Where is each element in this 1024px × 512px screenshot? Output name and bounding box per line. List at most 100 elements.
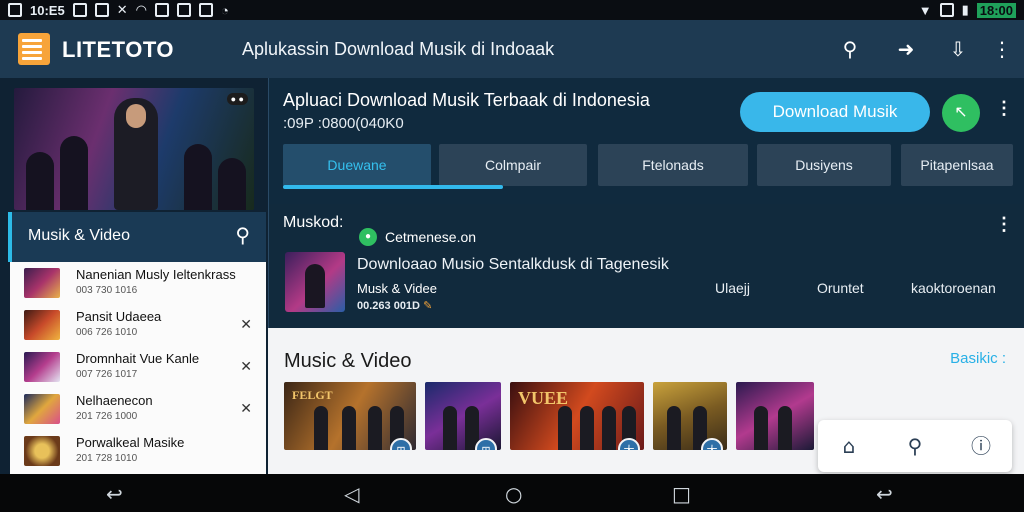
close-icon[interactable]: ✕ [240,358,252,375]
recents-icon[interactable]: □ [672,482,691,506]
tool-icon: ✕ [116,2,128,17]
tab-ftelonads[interactable]: Ftelonads [598,144,748,186]
return-icon[interactable]: ↩ [876,482,893,506]
sidebar: ● ● Musik & Video ⚲ Nanenian Musly Ielte… [0,78,268,474]
signal-icon [939,3,954,17]
tab-colmpair[interactable]: Colmpair [439,144,587,186]
list-item-title: Pansit Udaeea [76,309,162,324]
media-card[interactable]: VUEE 大 [510,382,644,450]
card-badge-icon: 大 [701,438,723,450]
list-item-sub: 007 726 1017 [76,369,138,380]
featured-thumbnail[interactable] [285,252,345,312]
app-header: LITETOTO Aplukassin Download Musik di In… [0,20,1024,78]
list-item[interactable]: Porwalkeal Masike 201 728 1010 [10,430,266,472]
system-nav-bar: ↩ ◁ ○ □ ↩ [0,474,1024,512]
more-icon[interactable]: ⋮ [990,37,1014,61]
tab-duewane[interactable]: Duewane [283,144,431,186]
section-link[interactable]: Basikic : [950,350,1006,367]
featured-title: Downloaao Musio Sentalkdusk di Tagenesik [357,256,669,273]
notification-icon [8,3,22,17]
channel-name: Cetmenese.on [385,229,477,245]
media-card[interactable]: ⊞ [425,382,501,450]
tab-dusiyens[interactable]: Dusiyens [757,144,891,186]
card-badge-icon: ⊞ [390,438,412,450]
card-badge-icon: ⊞ [475,438,497,450]
back-triangle-icon[interactable]: ◁ [344,482,359,506]
header-title: Aplukassin Download Musik di Indoaak [242,39,555,59]
app-icon [72,3,87,17]
featured-category: Musk & Videe [357,281,437,296]
list-item-sub: 003 730 1016 [76,285,138,296]
close-icon[interactable]: ✕ [240,316,252,333]
status-bar: 10:E5 ✕ ◠ ◔ ▼ ▮ 18:00 [0,0,1024,20]
channel[interactable]: ● Cetmenese.on [359,228,476,246]
thumbnail [24,436,60,466]
sidebar-tab-musik-video[interactable]: Musik & Video ⚲ [8,212,266,262]
info-icon[interactable]: ⓘ [968,433,994,459]
featured-col-3: kaoktoroenan [911,280,996,296]
featured-item[interactable]: Muskod: ● Cetmenese.on ⋮ Downloaao Musio… [268,204,1024,328]
search-icon[interactable]: ⚲ [902,433,928,459]
search-icon[interactable]: ⚲ [235,223,250,247]
status-time: 10:E5 [30,2,65,18]
thumbnail [24,310,60,340]
more-icon[interactable]: ⋮ [995,98,1013,119]
list-item[interactable]: Pansit Udaeea 006 726 1010 ✕ [10,304,266,346]
list-item-title: Dromnhait Vue Kanle [76,351,200,366]
home-icon[interactable]: ⌂ [836,433,862,459]
more-icon[interactable]: ⋮ [995,214,1013,235]
media-card[interactable]: 大 [653,382,727,450]
list-item[interactable]: Dromnhait Vue Kanle 007 726 1017 ✕ [10,346,266,388]
battery-icon: ▮ [961,2,969,17]
download-music-button[interactable]: Download Musik [740,92,930,132]
sync-icon: ◔ [220,2,229,18]
featured-col-1: Ulaejj [715,280,751,296]
list-item[interactable]: Nanenian Musly Ieltenkrass 003 730 1016 [10,262,266,304]
search-icon[interactable]: ⚲ [838,37,862,61]
brand-name: LITETOTO [62,37,174,62]
list-item-title: Nelhaenecon [76,393,153,408]
sidebar-tab-label: Musik & Video [28,227,130,244]
share-icon[interactable]: ➜ [894,37,918,61]
list-item[interactable]: Nelhaenecon 201 726 1000 ✕ [10,388,266,430]
download-icon[interactable]: ⇩ [946,37,970,61]
back-icon[interactable]: ↩ [106,482,123,506]
edit-icon[interactable]: ✎ [423,300,432,312]
page-title: Apluaci Download Musik Terbaak di Indone… [283,90,650,110]
active-tab-indicator [283,185,503,189]
card-badge-icon: 大 [618,438,640,450]
media-card[interactable] [736,382,814,450]
thumbnail [24,352,60,382]
list-item-title: Nanenian Musly Ieltenkrass [76,267,236,282]
app-icon [198,3,213,17]
featured-col-2: Oruntet [817,280,864,296]
channel-icon: ● [359,228,377,246]
list-item-title: Porwalkeal Masike [76,435,185,450]
thumbnail [24,268,60,298]
featured-meta-value: 00.263 001D [357,300,420,312]
card-caption: FELGT [292,388,333,402]
page-subtitle: :09P :0800(040K0 [283,115,404,132]
status-time-right: 18:00 [976,2,1016,18]
go-button[interactable]: ↖ [942,94,980,132]
floating-nav: ⌂ ⚲ ⓘ [818,420,1012,472]
app-icon [94,3,109,17]
logo-icon [18,33,50,65]
section-title: Music & Video [284,350,412,372]
media-card[interactable]: FELGT ⊞ [284,382,416,450]
wifi-icon: ◠ [135,2,147,17]
cover-image[interactable]: ● ● [14,88,254,210]
list-item-sub: 201 726 1000 [76,411,138,422]
featured-meta: 00.263 001D ✎ [357,299,432,312]
close-icon[interactable]: ✕ [240,400,252,417]
main-header-panel: Apluaci Download Musik Terbaak di Indone… [268,78,1024,204]
list-item-sub: 006 726 1010 [76,327,138,338]
app-icon [154,3,169,17]
featured-heading: Muskod: [283,214,344,231]
home-circle-icon[interactable]: ○ [505,482,522,506]
tab-pitapenlsaa[interactable]: Pitapenlsaa [901,144,1013,186]
thumbnail [24,394,60,424]
song-list: Nanenian Musly Ieltenkrass 003 730 1016 … [10,262,266,474]
cover-badge: ● ● [226,93,248,105]
list-item-sub: 201 728 1010 [76,453,138,464]
